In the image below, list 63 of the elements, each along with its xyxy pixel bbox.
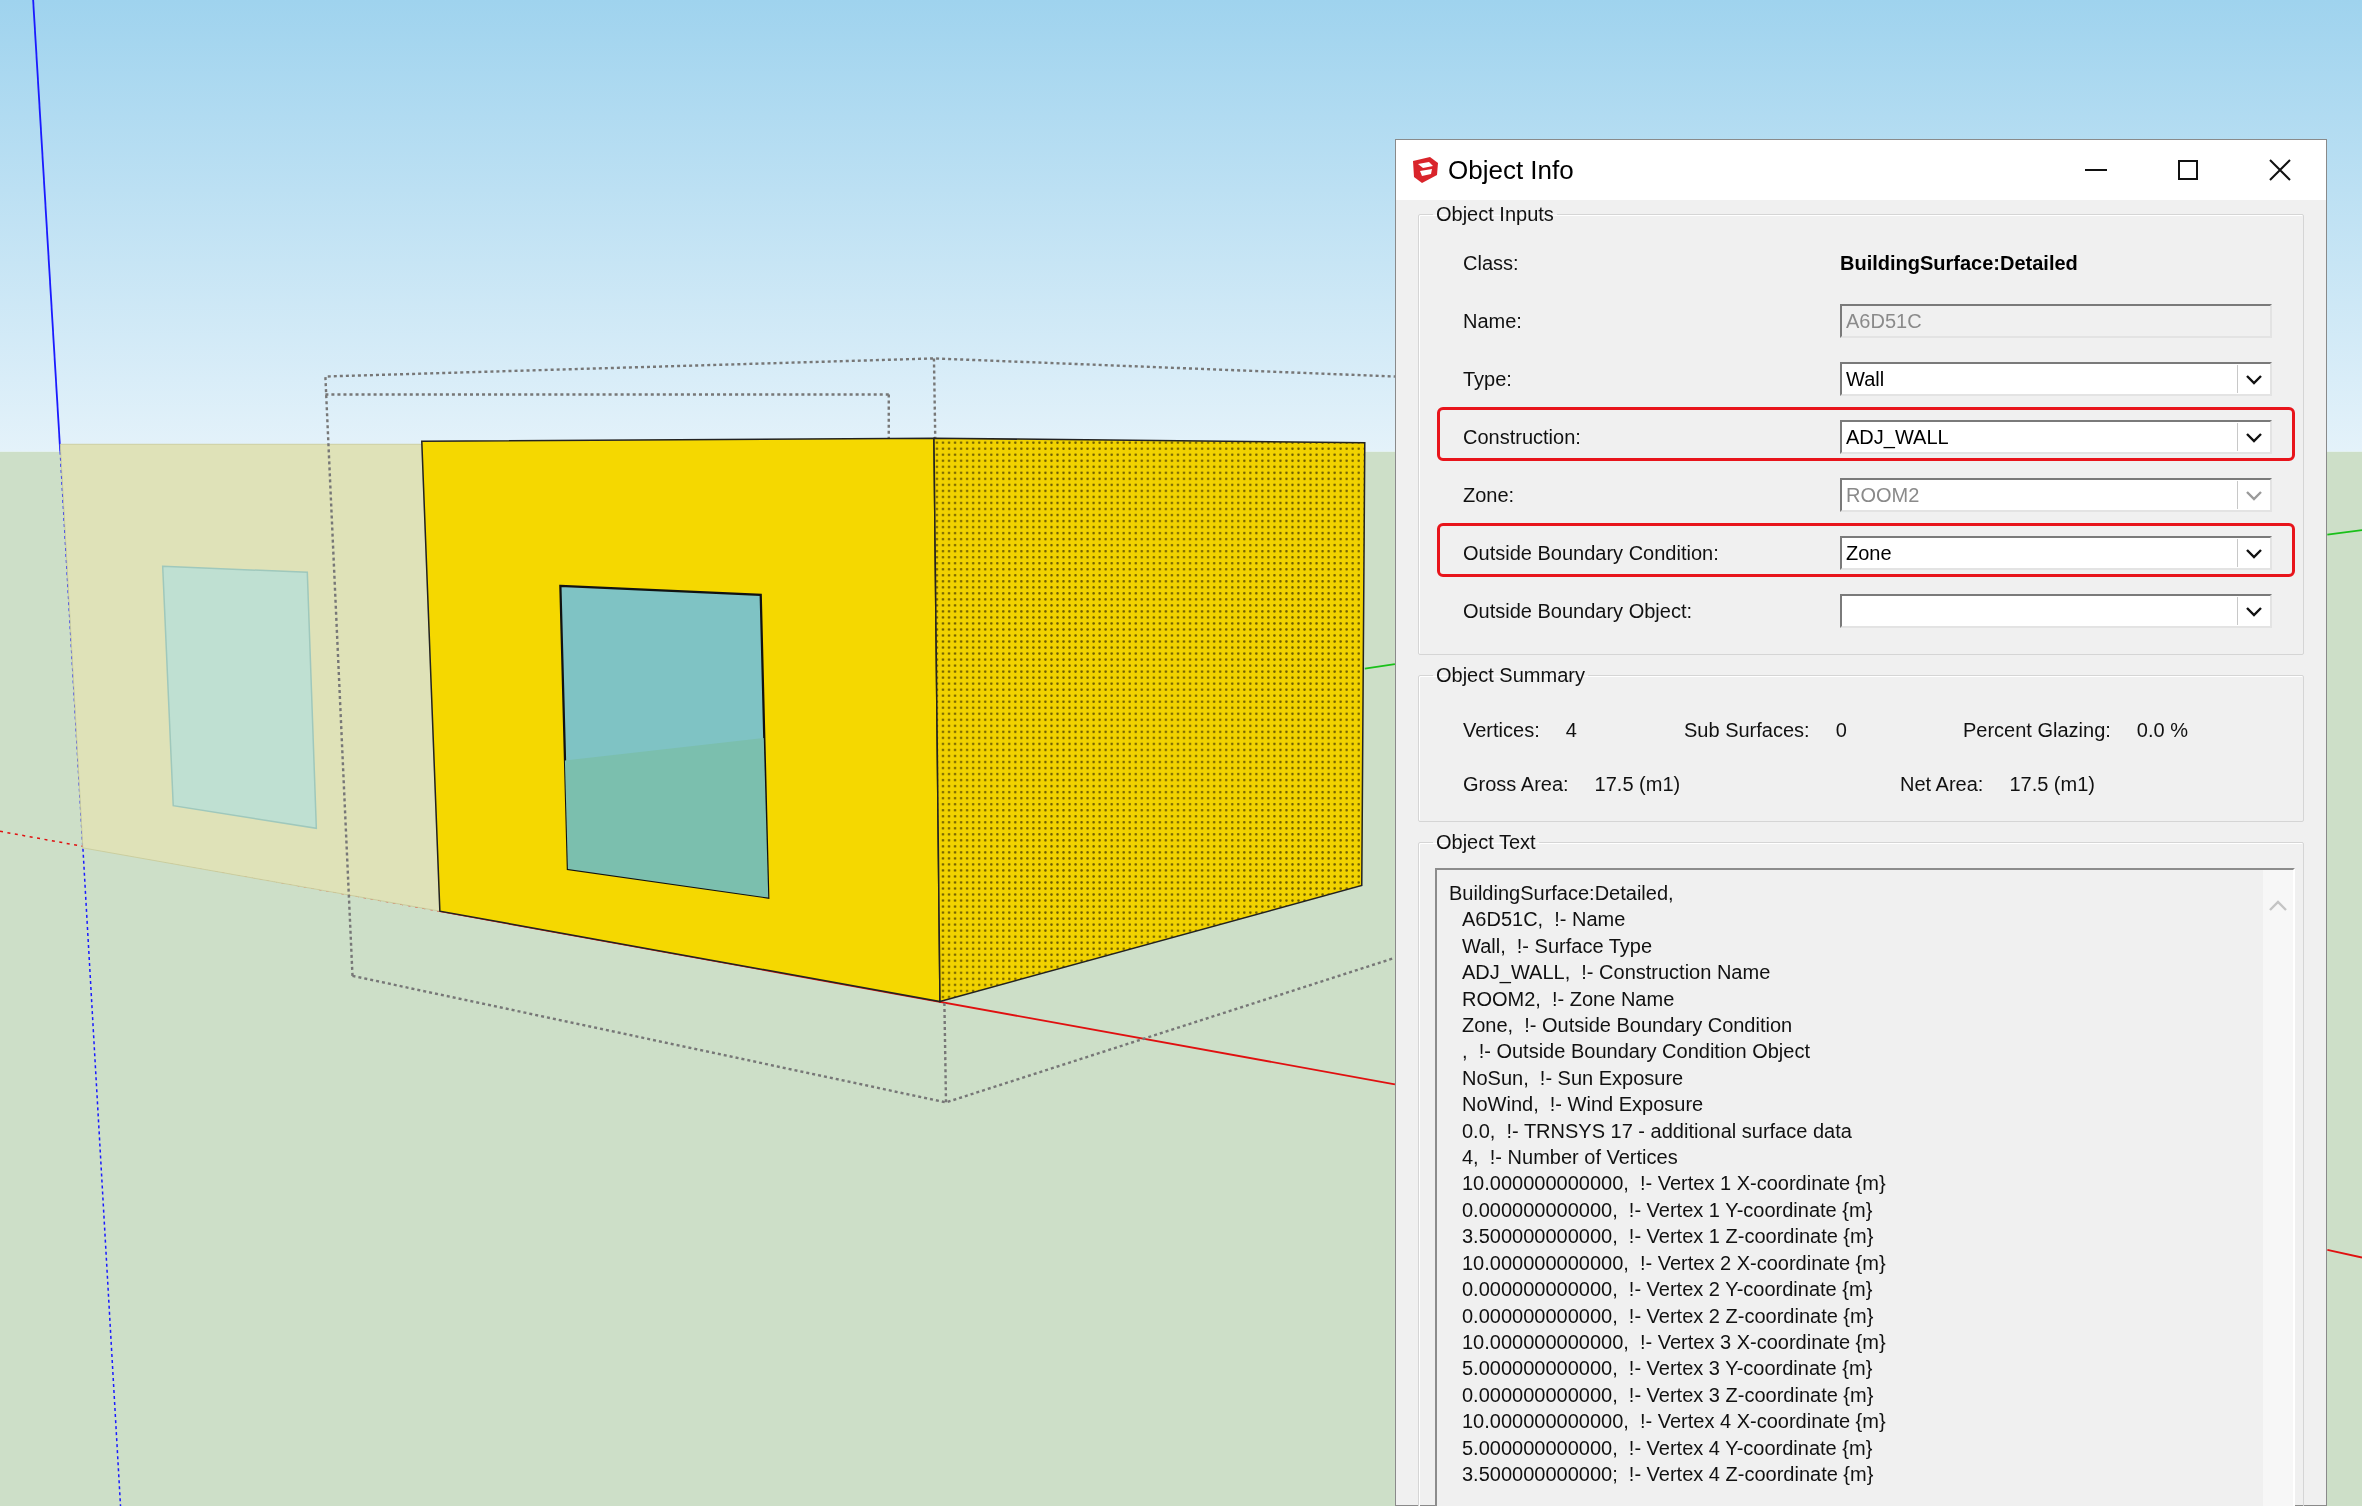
field-label: Zone: bbox=[1463, 483, 1516, 507]
text-line: NoWind, !- Wind Exposure bbox=[1462, 1092, 1704, 1118]
axis-line bbox=[2326, 529, 2362, 536]
chevron-down-icon bbox=[2245, 605, 2263, 617]
axis-line bbox=[2326, 1249, 2362, 1259]
field-label: Name: bbox=[1463, 309, 1523, 333]
close-icon bbox=[2269, 159, 2291, 181]
text-line: ROOM2, !- Zone Name bbox=[1462, 986, 1675, 1012]
text-line: Zone, !- Outside Boundary Condition bbox=[1462, 1013, 1793, 1039]
text-line: BuildingSurface:Detailed, bbox=[1449, 881, 1674, 906]
summary-label: Vertices: bbox=[1463, 718, 1540, 742]
chevron-down-icon bbox=[2245, 489, 2263, 501]
text-line: 3.500000000000; !- Vertex 4 Z-coordinate {m} bbox=[1462, 1461, 1874, 1487]
text-line: 0.0, !- TRNSYS 17 - additional surface data bbox=[1462, 1118, 1852, 1144]
chevron-down-icon bbox=[2245, 431, 2263, 443]
field-label: Outside Boundary Condition: bbox=[1463, 541, 1720, 565]
text-line: NoSun, !- Sun Exposure bbox=[1462, 1065, 1684, 1091]
text-line: Wall, !- Surface Type bbox=[1462, 933, 1653, 959]
text-line: 0.000000000000, !- Vertex 3 Z-coordinate {m} bbox=[1462, 1382, 1874, 1408]
class-value: BuildingSurface:Detailed bbox=[1840, 251, 2078, 275]
summary-value: 0 bbox=[1835, 718, 1847, 742]
group-title: Object Text bbox=[1435, 830, 1537, 854]
dropdown-field[interactable] bbox=[1840, 594, 2272, 628]
text-line: , !- Outside Boundary Condition Object bbox=[1462, 1039, 1810, 1065]
text-line: 3.500000000000, !- Vertex 1 Z-coordinate {m} bbox=[1462, 1224, 1874, 1250]
field-label: Outside Boundary Object: bbox=[1463, 599, 1693, 623]
chevron-down-icon bbox=[2245, 547, 2263, 559]
scrollbar[interactable] bbox=[2263, 870, 2293, 1506]
summary-label: Percent Glazing: bbox=[1963, 718, 2111, 742]
minimize-icon bbox=[2085, 169, 2107, 171]
summary-value: 17.5 (m1) bbox=[2009, 772, 2095, 796]
dropdown-field[interactable]: ADJ_WALL bbox=[1840, 420, 2272, 454]
axis-line bbox=[1363, 663, 1396, 670]
text-line: 10.000000000000, !- Vertex 1 X-coordinate {m} bbox=[1462, 1171, 1886, 1197]
field-label: Type: bbox=[1463, 367, 1513, 391]
text-line: A6D51C, !- Name bbox=[1462, 907, 1626, 933]
text-line: 10.000000000000, !- Vertex 2 X-coordinate {m} bbox=[1462, 1250, 1886, 1276]
text-line: 0.000000000000, !- Vertex 2 Y-coordinate {m} bbox=[1462, 1277, 1873, 1303]
field-label: Class: bbox=[1463, 251, 1520, 275]
summary-value: 4 bbox=[1565, 718, 1577, 742]
text-line: 10.000000000000, !- Vertex 4 X-coordinate {m} bbox=[1462, 1409, 1886, 1435]
summary-label: Sub Surfaces: bbox=[1684, 718, 1810, 742]
text-line: ADJ_WALL, !- Construction Name bbox=[1462, 960, 1771, 986]
app-logo-icon bbox=[1410, 155, 1440, 185]
text-line: 5.000000000000, !- Vertex 4 Y-coordinate {m} bbox=[1462, 1435, 1873, 1461]
summary-value: 0.0 % bbox=[2136, 718, 2188, 742]
summary-value: 17.5 (m1) bbox=[1594, 772, 1681, 796]
field-label: Construction: bbox=[1463, 425, 1582, 449]
summary-label: Net Area: bbox=[1900, 772, 1984, 796]
summary-label: Gross Area: bbox=[1463, 772, 1569, 796]
text-line: 4, !- Number of Vertices bbox=[1462, 1145, 1678, 1171]
dropdown-field[interactable]: Zone bbox=[1840, 536, 2272, 570]
window-title: Object Info bbox=[1448, 154, 1575, 186]
group-title: Object Inputs bbox=[1435, 202, 1555, 226]
chevron-up-icon bbox=[2268, 900, 2288, 912]
chevron-down-icon bbox=[2245, 373, 2263, 385]
text-line: 0.000000000000, !- Vertex 1 Y-coordinate {m} bbox=[1462, 1197, 1873, 1223]
maximize-icon bbox=[2178, 160, 2198, 180]
text-line: 10.000000000000, !- Vertex 3 X-coordinate {m} bbox=[1462, 1329, 1886, 1355]
dropdown-field[interactable]: Wall bbox=[1840, 362, 2272, 396]
text-line: 5.000000000000, !- Vertex 3 Y-coordinate {m} bbox=[1462, 1356, 1873, 1382]
group-title: Object Summary bbox=[1435, 663, 1586, 687]
text-line: 0.000000000000, !- Vertex 2 Z-coordinate {m} bbox=[1462, 1303, 1874, 1329]
